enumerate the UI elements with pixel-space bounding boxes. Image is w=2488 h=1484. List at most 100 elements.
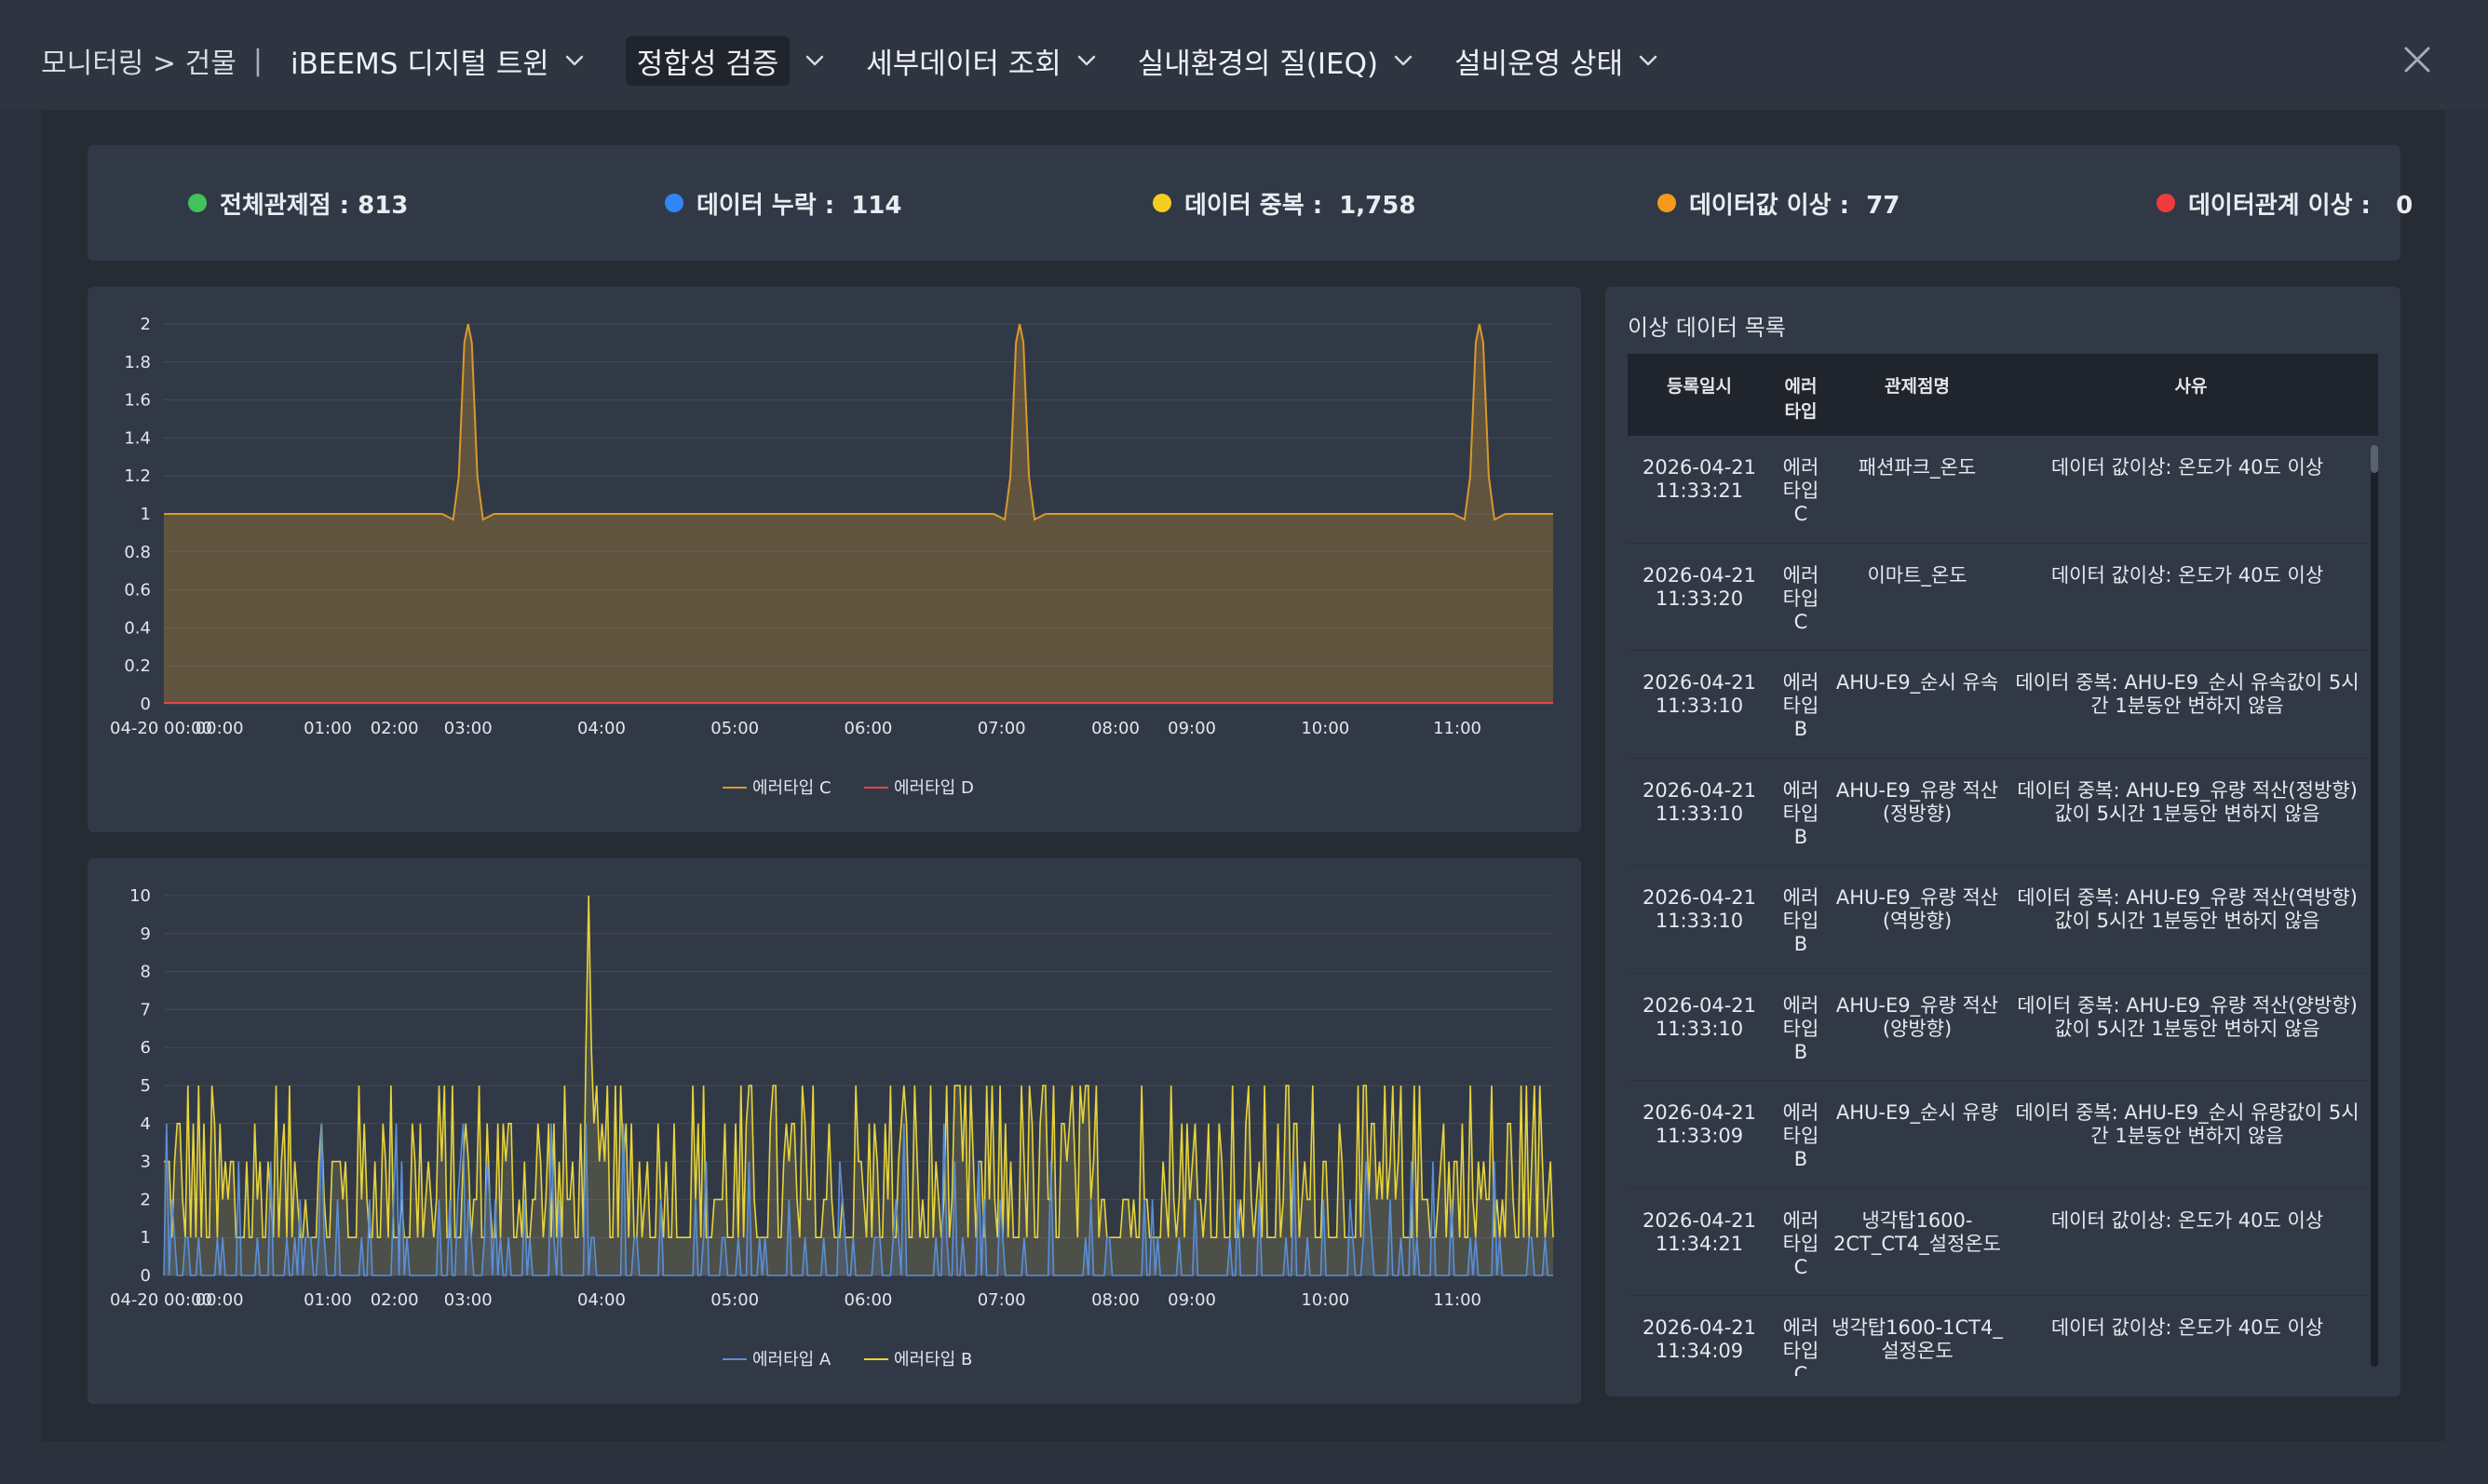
table-scrollbar[interactable] bbox=[2371, 445, 2378, 1367]
nav-item-3[interactable]: 실내환경의 질(IEQ) bbox=[1127, 37, 1427, 84]
table-cell-point: 이마트_온도 bbox=[1867, 563, 1967, 587]
table-row[interactable]: 2026-04-21 11:33:09 에러 타입 B AHU-E9_순시 유량 데이… bbox=[1628, 1081, 2378, 1189]
table-cell-type: 에러 타입 B bbox=[1782, 993, 1819, 1063]
table-cell-date: 2026-04-21 11:34:09 bbox=[1642, 1316, 1757, 1362]
y-tick-label: 0.8 bbox=[124, 543, 151, 562]
x-tick-label: 11:00 bbox=[1433, 719, 1481, 738]
table-row[interactable]: 2026-04-21 11:33:10 에러 타입 B AHU-E9_순시 유속 데이… bbox=[1628, 651, 2378, 759]
y-tick-label: 1.6 bbox=[124, 391, 151, 411]
y-tick-label: 8 bbox=[141, 963, 151, 982]
table-cell-type: 에러 타입 C bbox=[1782, 563, 1819, 633]
breadcrumb-section[interactable]: 모니터링 > 건물 bbox=[41, 40, 237, 81]
chevron-down-icon bbox=[806, 55, 824, 66]
anomaly-table-body[interactable]: 2026-04-21 11:33:21 에러 타입 C 패션파크_온도 데이터 값이상… bbox=[1628, 436, 2378, 1376]
main-menu: iBEEMS 디지털 트윈 정합성 검증 세부데이터 조회 실내환경의 질(IEQ) 설… bbox=[279, 35, 1688, 86]
table-cell-date: 2026-04-21 11:33:20 bbox=[1642, 563, 1757, 610]
series-line-error-type-c bbox=[164, 323, 1553, 521]
breadcrumb-separator: | bbox=[252, 44, 263, 77]
y-tick-label: 10 bbox=[129, 886, 151, 906]
table-cell-type: 에러 타입 B bbox=[1782, 1101, 1819, 1170]
stat-item-4: 데이터관계 이상 : 0 bbox=[2157, 186, 2413, 220]
table-row[interactable]: 2026-04-21 11:34:09 에러 타입 C 냉각탑1600-1CT4_설… bbox=[1628, 1296, 2378, 1376]
status-dot-icon bbox=[1657, 194, 1676, 212]
chevron-down-icon bbox=[1394, 55, 1413, 66]
stat-item-1: 데이터 누락 : 114 bbox=[665, 186, 901, 220]
table-cell-date: 2026-04-21 11:33:10 bbox=[1642, 671, 1757, 717]
anomaly-table-header: 등록일시 에러 타입 관제점명 사유 bbox=[1628, 354, 2378, 436]
chevron-down-icon bbox=[565, 55, 583, 66]
x-tick-label: 01:00 bbox=[304, 719, 352, 738]
nav-item-1[interactable]: 정합성 검증 bbox=[615, 35, 838, 86]
legend-label[interactable]: 에러타입 C bbox=[752, 778, 832, 798]
x-tick-label: 08:00 bbox=[1091, 719, 1140, 738]
nav-item-label: 실내환경의 질(IEQ) bbox=[1137, 47, 1379, 81]
y-tick-label: 0.2 bbox=[124, 656, 151, 676]
table-cell-reason: 데이터 중복: AHU-E9_순시 유속값이 5시간 1분동안 변하지 않음 bbox=[2015, 671, 2360, 717]
nav-item-0[interactable]: iBEEMS 디지털 트윈 bbox=[279, 37, 598, 84]
stat-label: 데이터 누락 : 114 bbox=[696, 191, 902, 220]
table-cell-type: 에러 타입 C bbox=[1782, 1208, 1819, 1278]
table-cell-reason: 데이터 중복: AHU-E9_유량 적산(양방향)값이 5시간 1분동안 변하지… bbox=[2017, 993, 2358, 1040]
table-cell-reason: 데이터 값이상: 온도가 40도 이상 bbox=[2050, 1208, 2324, 1232]
table-cell-type: 에러 타입 C bbox=[1782, 456, 1819, 525]
error-type-ab-chart: 01234567891004-20 00:0000:00 01:00 02:00 03… bbox=[110, 886, 1554, 1369]
y-tick-label: 1.4 bbox=[124, 428, 151, 448]
table-cell-date: 2026-04-21 11:33:10 bbox=[1642, 993, 1757, 1040]
table-cell-type: 에러 타입 C bbox=[1782, 1316, 1819, 1376]
stat-item-0: 전체관제점 : 813 bbox=[188, 186, 408, 220]
close-icon[interactable] bbox=[2399, 41, 2436, 78]
nav-item-2[interactable]: 세부데이터 조회 bbox=[855, 37, 1110, 84]
stat-label: 데이터관계 이상 : 0 bbox=[2188, 191, 2414, 220]
stat-label: 데이터 중복 : 1,758 bbox=[1184, 191, 1416, 220]
table-row[interactable]: 2026-04-21 11:33:10 에러 타입 B AHU-E9_유량 적산(역… bbox=[1628, 866, 2378, 974]
table-row[interactable]: 2026-04-21 11:33:21 에러 타입 C 패션파크_온도 데이터 값이상… bbox=[1628, 436, 2378, 544]
y-tick-label: 1 bbox=[141, 1228, 151, 1248]
x-tick-label: 03:00 bbox=[444, 1290, 493, 1310]
table-row[interactable]: 2026-04-21 11:33:10 에러 타입 B AHU-E9_유량 적산(양… bbox=[1628, 974, 2378, 1081]
stat-item-3: 데이터값 이상 : 77 bbox=[1657, 186, 1900, 220]
y-tick-label: 1 bbox=[141, 505, 151, 524]
chevron-down-icon bbox=[1077, 55, 1095, 66]
x-tick-label: 00:00 bbox=[196, 719, 244, 738]
nav-item-4[interactable]: 설비운영 상태 bbox=[1443, 37, 1671, 84]
y-tick-label: 0.4 bbox=[124, 618, 151, 638]
table-cell-date: 2026-04-21 11:33:10 bbox=[1642, 886, 1757, 932]
table-scrollbar-thumb[interactable] bbox=[2371, 445, 2378, 473]
status-dot-icon bbox=[1153, 194, 1171, 212]
stats-summary-bar: 전체관제점 : 813 데이터 누락 : 114 데이터 중복 : 1,758 데이터… bbox=[88, 145, 2413, 261]
table-cell-date: 2026-04-21 11:33:10 bbox=[1642, 778, 1757, 825]
y-tick-label: 0.6 bbox=[124, 581, 151, 600]
y-tick-label: 7 bbox=[141, 1000, 151, 1019]
legend-label[interactable]: 에러타입 D bbox=[894, 778, 974, 798]
table-cell-point: AHU-E9_유량 적산(역방향) bbox=[1835, 886, 1999, 932]
status-dot-icon bbox=[188, 194, 207, 212]
y-tick-label: 9 bbox=[141, 924, 151, 944]
y-tick-label: 2 bbox=[141, 315, 151, 334]
legend-label[interactable]: 에러타입 B bbox=[894, 1350, 972, 1369]
breadcrumb: 모니터링 > 건물 | bbox=[41, 37, 263, 84]
table-row[interactable]: 2026-04-21 11:34:21 에러 타입 C 냉각탑1600-2CT_CT… bbox=[1628, 1189, 2378, 1296]
x-tick-label: 07:00 bbox=[978, 1290, 1026, 1310]
table-cell-type: 에러 타입 B bbox=[1782, 671, 1819, 740]
nav-item-label: 설비운영 상태 bbox=[1454, 47, 1624, 81]
x-tick-label: 05:00 bbox=[710, 1290, 759, 1310]
table-cell-point: 냉각탑1600-2CT_CT4_설정온도 bbox=[1833, 1208, 2001, 1255]
status-dot-icon bbox=[2157, 194, 2175, 212]
table-cell-point: 냉각탑1600-1CT4_설정온도 bbox=[1832, 1316, 2003, 1362]
table-header-cell: 에러 타입 bbox=[1784, 376, 1818, 422]
content-area: 전체관제점 : 813 데이터 누락 : 114 데이터 중복 : 1,758 데이터… bbox=[41, 110, 2445, 1441]
table-row[interactable]: 2026-04-21 11:33:20 에러 타입 C 이마트_온도 데이터 값이상:… bbox=[1628, 544, 2378, 651]
nav-item-label: 세부데이터 조회 bbox=[866, 47, 1061, 81]
stat-item-2: 데이터 중복 : 1,758 bbox=[1153, 186, 1415, 220]
legend-label[interactable]: 에러타입 A bbox=[752, 1350, 832, 1369]
table-header-cell: 관제점명 bbox=[1885, 376, 1950, 397]
table-header-cell: 사유 bbox=[2174, 376, 2208, 397]
table-cell-type: 에러 타입 B bbox=[1782, 886, 1819, 955]
table-cell-point: AHU-E9_순시 유속 bbox=[1835, 671, 1999, 694]
table-cell-point: AHU-E9_순시 유량 bbox=[1835, 1101, 1999, 1124]
chart-error-type-ab-panel: 0 1 2 3 4 5 6 7 8 9 10 04-20 00:00 00:00 01:00 02:00 03… bbox=[88, 858, 1581, 1404]
nav-item-label: iBEEMS 디지털 트윈 bbox=[291, 47, 549, 81]
x-tick-label: 06:00 bbox=[845, 1290, 893, 1310]
table-row[interactable]: 2026-04-21 11:33:10 에러 타입 B AHU-E9_유량 적산(정… bbox=[1628, 759, 2378, 866]
x-tick-label: 03:00 bbox=[444, 719, 493, 738]
